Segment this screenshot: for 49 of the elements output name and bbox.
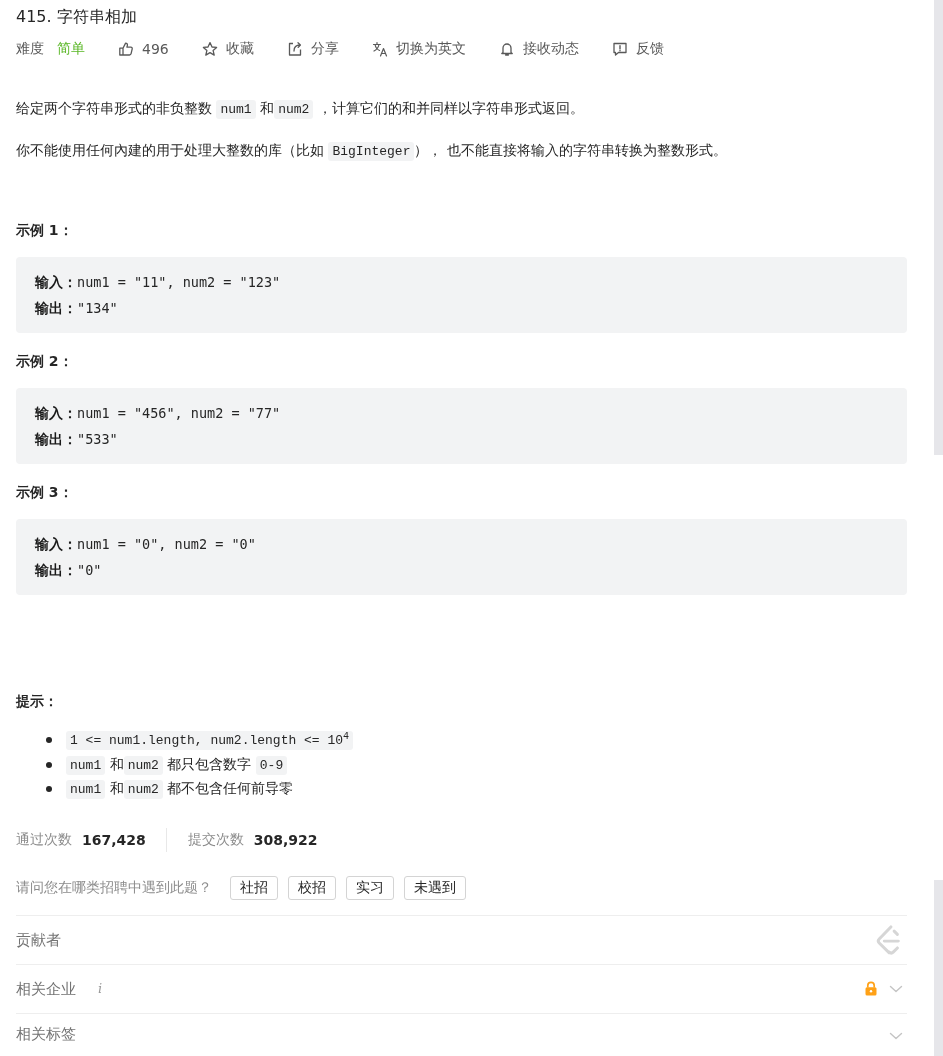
bullet-icon xyxy=(46,737,52,744)
example-heading: 示例 3： xyxy=(16,483,73,502)
stat-value: 308,922 xyxy=(253,831,318,848)
example-line: 输出："0" xyxy=(35,561,103,580)
translate-icon xyxy=(371,41,388,57)
thumbs-up-icon xyxy=(118,41,134,57)
example-line: 输入：num1 = "456", num2 = "77" xyxy=(35,404,282,423)
example-heading: 示例 2： xyxy=(16,352,73,371)
stat-value: 167,428 xyxy=(82,831,146,848)
recruit-question: 请问您在哪类招聘中遇到此题？ xyxy=(16,878,212,897)
bell-icon xyxy=(498,41,515,57)
hints-heading: 提示： xyxy=(16,692,58,711)
example-heading: 示例 1： xyxy=(16,221,73,240)
description-paragraph: 你不能使用任何內建的用于处理大整数的库（比如 BigInteger ）， 也不能直接将输入的字符串转换为整数形式。 xyxy=(16,141,727,163)
hint-text: num1 和 num2 都不包含任何前导零 xyxy=(66,777,294,802)
chevron-icon[interactable] xyxy=(889,984,903,993)
hint-text: 1 <= num1.length, num2.length <= 10$^{4}$ xyxy=(66,728,354,753)
difficulty-value: 简单 xyxy=(57,40,85,58)
chevron-icon[interactable] xyxy=(889,1031,903,1040)
recruit-option-button[interactable]: 社招 xyxy=(230,875,278,900)
example-line: 输入：num1 = "0", num2 = "0" xyxy=(35,535,257,554)
feedback-action[interactable]: 反馈 xyxy=(600,37,675,61)
description-paragraph: 给定两个字符串形式的非负整数 num1 和 num2 ，计算它们的和并同样以字符串形式返回。 xyxy=(16,99,584,121)
example-line: 输入：num1 = "11", num2 = "123" xyxy=(35,273,282,292)
share-action[interactable]: 分享 xyxy=(275,37,350,61)
hint-text: num1 和 num2 都只包含数字 0-9 xyxy=(66,752,288,777)
recruit-option-button[interactable]: 校招 xyxy=(288,875,336,900)
feedback-icon xyxy=(611,41,628,57)
recruit-option-button[interactable]: 实习 xyxy=(346,875,394,900)
recruit-option-button[interactable]: 未遇到 xyxy=(404,875,466,900)
section-toggle[interactable]: 相关标签 xyxy=(16,1023,76,1044)
like-action[interactable]: 496 xyxy=(107,37,180,61)
translate-action[interactable]: 切换为英文 xyxy=(360,37,477,61)
bullet-icon xyxy=(46,761,52,768)
stat-label: 提交次数 xyxy=(187,830,244,849)
star-action[interactable]: 收藏 xyxy=(190,37,265,61)
scrollbar[interactable] xyxy=(934,0,943,1056)
section-toggle[interactable]: 贡献者 xyxy=(16,929,61,950)
example-line: 输出："134" xyxy=(35,299,119,318)
difficulty-label: 难度 xyxy=(16,40,44,58)
star-icon xyxy=(201,41,218,57)
bell-action[interactable]: 接收动态 xyxy=(487,37,590,61)
stat-label: 通过次数 xyxy=(16,830,72,849)
share-icon xyxy=(286,41,303,57)
example-line: 输出："533" xyxy=(35,430,119,449)
logo-icon xyxy=(875,924,903,955)
bullet-icon xyxy=(46,786,52,793)
section-toggle[interactable]: 相关企业 xyxy=(16,978,76,999)
problem-title: 415. 字符串相加 xyxy=(16,6,137,28)
